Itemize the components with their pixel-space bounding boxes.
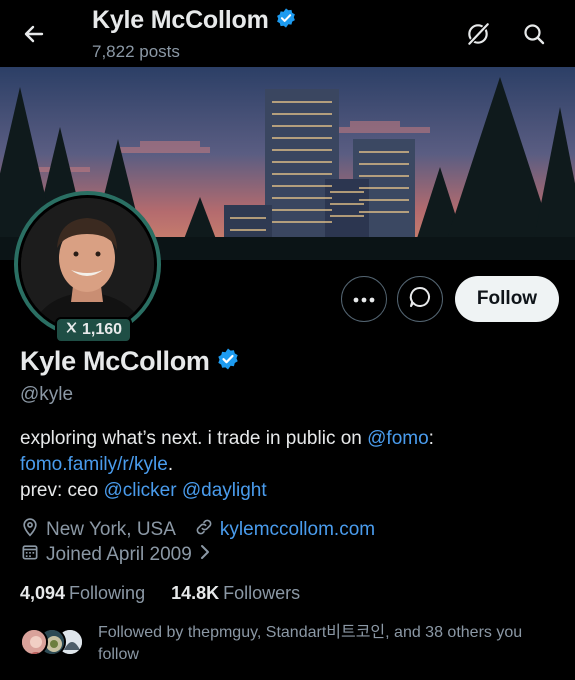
bio-text: :: [428, 428, 434, 449]
bio-line-2: fomo.family/r/kyle.: [20, 452, 560, 478]
affiliate-count: 1,160: [82, 321, 123, 338]
follower-avatar: [20, 628, 48, 656]
bio-text: exploring what’s next. i trade in public…: [20, 428, 368, 449]
location-pin-icon: [20, 517, 40, 543]
mention-link[interactable]: @clicker: [103, 480, 176, 501]
follow-button[interactable]: Follow: [455, 276, 559, 322]
verified-badge-icon: [275, 7, 297, 34]
more-icon: [353, 290, 375, 308]
header-name: Kyle McCollom: [92, 6, 269, 34]
arrow-left-icon[interactable]: [18, 18, 50, 50]
website-item[interactable]: kylemccollom.com: [194, 517, 375, 543]
grok-icon[interactable]: [462, 18, 494, 50]
following-count: 4,094: [20, 583, 66, 603]
follow-stats: 4,094 Following 14.8K Followers: [20, 583, 300, 604]
followers-count: 14.8K: [171, 583, 220, 603]
joined-row[interactable]: Joined April 2009: [20, 542, 230, 568]
location-text: New York, USA: [46, 519, 176, 540]
post-count: 7,822 posts: [92, 42, 180, 61]
message-icon: [408, 285, 432, 314]
more-button[interactable]: [341, 276, 387, 322]
verified-badge-icon[interactable]: [216, 347, 240, 376]
profile-name: Kyle McCollom: [20, 346, 210, 376]
calendar-icon: [20, 542, 40, 568]
bio-url-link[interactable]: fomo.family/r/kyle: [20, 454, 168, 475]
joined-item[interactable]: Joined April 2009: [20, 542, 212, 568]
link-icon: [194, 517, 214, 543]
mention-link[interactable]: @daylight: [182, 480, 267, 501]
location-item: New York, USA: [20, 517, 176, 543]
profile-handle: @kyle: [20, 384, 74, 405]
message-button[interactable]: [397, 276, 443, 322]
x-logo-icon: [65, 321, 78, 339]
bio-line-3: prev: ceo @clicker @daylight: [20, 478, 560, 504]
website-link[interactable]: kylemccollom.com: [220, 519, 375, 541]
bio-text: prev: ceo: [20, 480, 104, 501]
chevron-right-icon: [198, 544, 212, 566]
profile-meta-row: New York, USA kylemccollom.com: [20, 517, 393, 543]
following-stat[interactable]: 4,094 Following: [20, 583, 145, 604]
profile-bio: exploring what’s next. i trade in public…: [20, 426, 560, 504]
followed-by-text: Followed by thepmguy, Standart비트코인, and …: [98, 624, 523, 663]
top-bar: Kyle McCollom 7,822 posts: [0, 0, 575, 67]
following-label: Following: [69, 583, 146, 603]
followers-label: Followers: [223, 583, 301, 603]
joined-text: Joined April 2009: [46, 544, 192, 565]
bio-text: .: [167, 454, 174, 475]
followers-stat[interactable]: 14.8K Followers: [171, 583, 300, 604]
profile-name-row: Kyle McCollom: [20, 346, 240, 377]
header-title: Kyle McCollom: [92, 6, 297, 35]
bio-line-1: exploring what’s next. i trade in public…: [20, 426, 560, 452]
avatar-photo: [21, 198, 154, 331]
search-icon[interactable]: [518, 18, 550, 50]
affiliate-badge[interactable]: 1,160: [55, 317, 133, 343]
profile-avatar[interactable]: [14, 191, 161, 338]
mention-link[interactable]: @fomo: [367, 428, 429, 449]
